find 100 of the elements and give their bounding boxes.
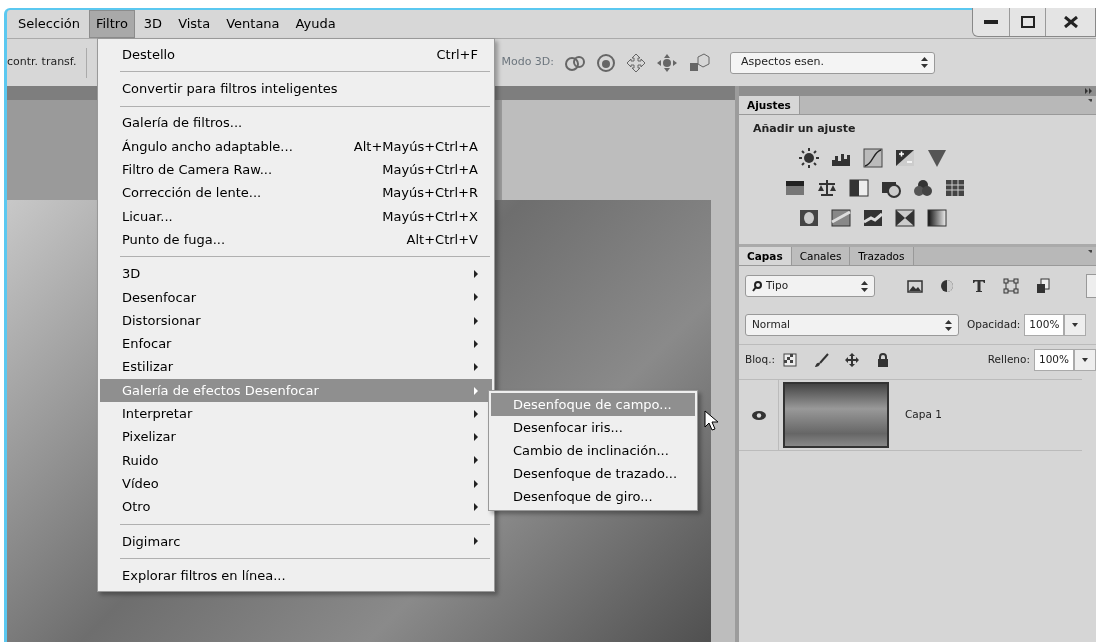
exposure-icon[interactable] xyxy=(895,147,915,168)
type-filter-icon[interactable] xyxy=(971,278,987,294)
maximize-icon xyxy=(1020,16,1035,28)
menu-item[interactable]: Galería de filtros... xyxy=(100,111,492,135)
menu-item[interactable]: Explorar filtros en línea... xyxy=(100,563,492,588)
menu-item[interactable]: Desenfoque de trazado... xyxy=(491,462,695,485)
menu-item[interactable]: Vista xyxy=(171,10,218,38)
menu-item[interactable]: Enfocar xyxy=(100,332,492,356)
opacity-field[interactable]: 100% xyxy=(1024,314,1065,336)
caret-icon xyxy=(1072,323,1079,327)
menu-item[interactable]: Pixelizar xyxy=(100,425,492,449)
smart-object-filter-icon[interactable] xyxy=(1035,278,1051,294)
grid-icon[interactable] xyxy=(945,177,965,198)
menu-item[interactable]: Convertir para filtros inteligentes xyxy=(100,77,492,101)
brush-icon[interactable] xyxy=(814,352,830,368)
submenu-arrow-icon xyxy=(474,386,478,395)
eye-icon[interactable] xyxy=(751,410,766,420)
layer-row[interactable]: Capa 1 xyxy=(739,379,1082,451)
submenu-arrow-icon xyxy=(474,270,478,278)
submenu-arrow-icon xyxy=(474,409,478,418)
submenu-arrow-icon xyxy=(474,433,478,442)
lock-label: Bloq.: xyxy=(745,352,776,368)
submenu-arrow-icon xyxy=(474,339,478,348)
threshold-icon[interactable] xyxy=(895,207,915,228)
curve-icon[interactable] xyxy=(863,147,883,168)
menu-item[interactable]: Ruido xyxy=(100,448,492,473)
panel-tab[interactable]: Capas xyxy=(739,247,792,265)
layer-name: Capa 1 xyxy=(905,407,942,423)
shortcut: Mayús+Ctrl+R xyxy=(382,184,478,203)
shortcut: Alt+Mayús+Ctrl+A xyxy=(353,137,478,156)
menu-item[interactable]: Vídeo xyxy=(100,472,492,496)
shortcut: Ctrl+F xyxy=(436,45,478,64)
opacity-label: Opacidad: xyxy=(967,317,1021,333)
checkerboard-icon[interactable] xyxy=(783,352,799,368)
menu-item[interactable]: 3D xyxy=(100,262,492,286)
filter-dropdown[interactable]: Tipo xyxy=(745,275,875,297)
menu-item[interactable]: 3D xyxy=(136,10,170,38)
menu-item[interactable]: Distorsionar xyxy=(100,308,492,333)
menu-item[interactable]: Cambio de inclinación... xyxy=(491,439,695,462)
gradient-map-icon[interactable] xyxy=(831,207,851,228)
menu-item[interactable]: Desenfocar iris... xyxy=(491,416,695,439)
filter-toggle[interactable] xyxy=(1086,274,1096,298)
adjustment-filter-icon[interactable] xyxy=(939,278,955,294)
menu-item[interactable]: Estilizar xyxy=(100,355,492,379)
menu-item[interactable]: Licuar... Mayús+Ctrl+X xyxy=(100,204,492,229)
blend-mode-dropdown[interactable]: Normal xyxy=(745,314,959,336)
submenu-arrow-icon xyxy=(474,537,478,546)
brightness-icon[interactable] xyxy=(799,147,819,168)
search-icon xyxy=(752,280,762,292)
menu-item[interactable]: Destello Ctrl+F xyxy=(100,43,492,67)
menu-item[interactable]: Ventana xyxy=(219,10,287,38)
fill-field[interactable]: 100% xyxy=(1033,349,1074,371)
posterize-icon[interactable] xyxy=(863,207,883,228)
menu-item[interactable]: Corrección de lente... Mayús+Ctrl+R xyxy=(100,181,492,205)
minimize-icon xyxy=(984,20,998,24)
menu-item[interactable]: Ayuda xyxy=(288,10,343,38)
mode-label: Modo 3D: xyxy=(501,54,555,71)
circles-icon[interactable] xyxy=(913,177,933,198)
submenu-arrow-icon xyxy=(474,456,478,465)
dropdown-button[interactable] xyxy=(1064,314,1087,336)
scales-icon[interactable] xyxy=(817,177,837,198)
menu-item[interactable]: Filtro xyxy=(88,10,135,38)
fill-label: Relleno: xyxy=(987,352,1030,368)
menu-item[interactable]: Selección xyxy=(11,10,87,38)
menu-item[interactable]: Otro xyxy=(100,495,492,519)
shortcut: Alt+Ctrl+V xyxy=(406,230,478,249)
image-filter-icon[interactable] xyxy=(907,278,923,294)
dropdown-button[interactable] xyxy=(1074,349,1096,371)
workspace-dropdown[interactable]: Aspectos esen. xyxy=(730,51,936,74)
shape-filter-icon[interactable] xyxy=(1003,278,1019,294)
submenu-arrow-icon xyxy=(474,363,478,372)
caret-icon xyxy=(1082,358,1088,362)
submenu-arrow-icon xyxy=(474,479,478,488)
move-icon[interactable] xyxy=(845,352,861,368)
panel-tab[interactable]: Trazados xyxy=(850,247,914,265)
triangle-icon[interactable] xyxy=(927,147,947,168)
pan-icon[interactable] xyxy=(626,52,647,73)
submenu-arrow-icon xyxy=(474,293,478,302)
panel-tab[interactable]: Canales xyxy=(791,247,851,265)
menu-item[interactable]: Interpretar xyxy=(100,402,492,426)
menu-item[interactable]: Digimarc xyxy=(100,529,492,553)
menu-item[interactable]: Desenfoque de giro... xyxy=(491,485,695,508)
spinner-icon xyxy=(861,280,868,292)
panel-tab[interactable]: Ajustes xyxy=(739,96,800,114)
submenu-arrow-icon xyxy=(474,503,478,511)
menu-item[interactable]: Ángulo ancho adaptable... Alt+Mayús+Ctrl+A xyxy=(100,134,492,159)
half-square-icon[interactable] xyxy=(849,177,869,198)
rotate-icon[interactable] xyxy=(564,53,587,72)
menu-item[interactable]: Punto de fuga... Alt+Ctrl+V xyxy=(100,228,492,252)
cursor-icon xyxy=(704,410,720,432)
option-label: contr. transf. xyxy=(7,54,77,71)
panel-heading: Añadir un ajuste xyxy=(753,121,857,137)
shortcut: Mayús+Ctrl+A xyxy=(382,161,478,180)
submenu-arrow-icon xyxy=(474,316,478,325)
gradient-icon[interactable] xyxy=(927,207,947,228)
spinner-icon xyxy=(921,57,929,68)
menu-item[interactable]: Desenfocar xyxy=(100,285,492,309)
cube-icon[interactable] xyxy=(688,52,711,73)
menu-item[interactable]: Filtro de Camera Raw... Mayús+Ctrl+A xyxy=(100,158,492,182)
collapse-icon xyxy=(1085,88,1093,94)
